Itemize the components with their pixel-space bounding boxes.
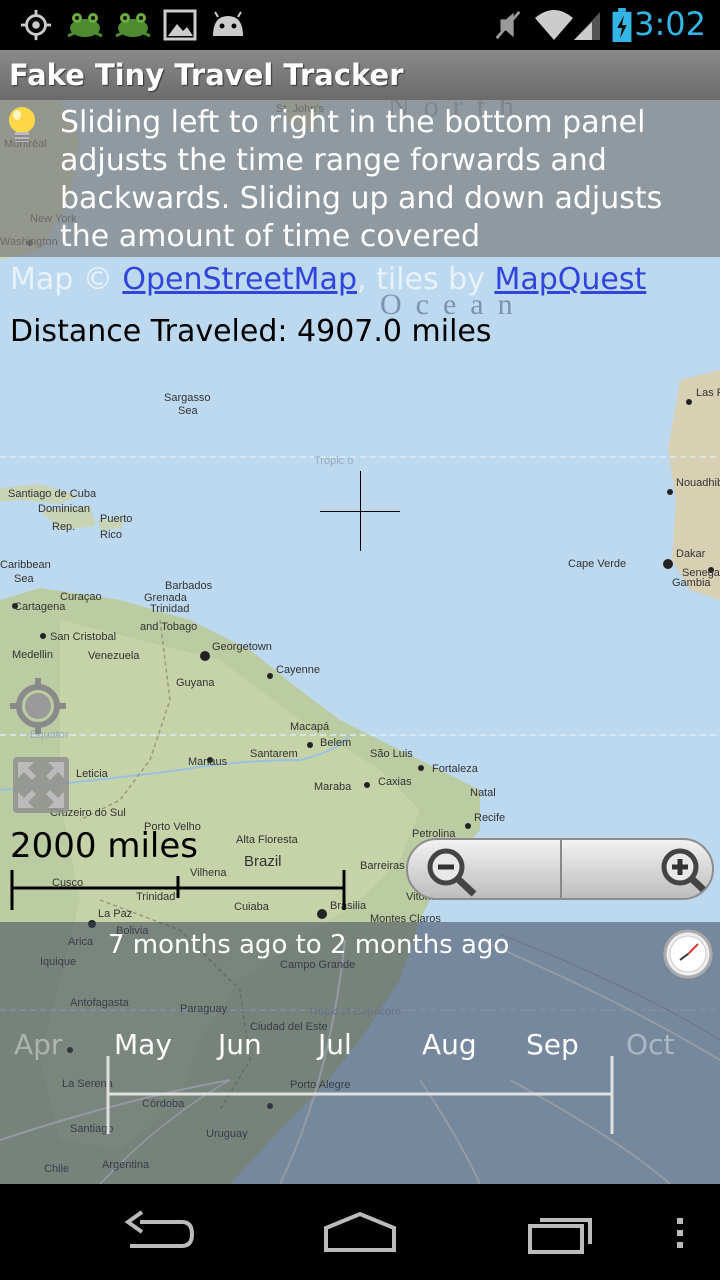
svg-text:Recife: Recife bbox=[474, 812, 505, 824]
svg-text:Barbados: Barbados bbox=[165, 580, 213, 592]
svg-text:Curaçao: Curaçao bbox=[60, 591, 102, 603]
zoom-out-button[interactable] bbox=[408, 840, 560, 898]
distance-traveled: Distance Traveled: 4907.0 miles bbox=[10, 314, 492, 349]
crosshair-vertical bbox=[360, 471, 361, 551]
svg-text:São Luis: São Luis bbox=[370, 748, 413, 760]
wifi-icon bbox=[535, 10, 573, 40]
svg-text:Cartagena: Cartagena bbox=[14, 601, 66, 613]
svg-text:and Tobago: and Tobago bbox=[140, 621, 197, 633]
svg-text:Medellin: Medellin bbox=[12, 649, 53, 661]
svg-text:Dakar: Dakar bbox=[676, 548, 706, 560]
recent-apps-icon[interactable] bbox=[524, 1208, 600, 1256]
title-bar: Fake Tiny Travel Tracker bbox=[0, 50, 720, 100]
time-range-selector[interactable] bbox=[106, 1054, 616, 1136]
lightbulb-icon bbox=[9, 107, 35, 142]
svg-text:Gambia: Gambia bbox=[672, 577, 711, 589]
zoom-controls bbox=[406, 838, 714, 900]
android-icon bbox=[213, 11, 243, 36]
clock-time: 3:02 bbox=[634, 5, 706, 43]
time-range-text: 7 months ago to 2 months ago bbox=[108, 930, 510, 960]
svg-text:Venezuela: Venezuela bbox=[88, 650, 140, 662]
timeline-panel[interactable] bbox=[0, 922, 720, 1184]
svg-text:San Cristobal: San Cristobal bbox=[50, 631, 116, 643]
svg-text:Santiago de Cuba: Santiago de Cuba bbox=[8, 488, 97, 500]
mute-icon bbox=[495, 10, 521, 40]
battery-charging-icon bbox=[612, 8, 632, 42]
svg-text:Rico: Rico bbox=[100, 529, 122, 541]
clock-icon[interactable] bbox=[662, 928, 714, 980]
zoom-in-button[interactable] bbox=[562, 840, 712, 898]
svg-text:Fortaleza: Fortaleza bbox=[432, 763, 479, 775]
scale-bar bbox=[10, 870, 346, 910]
svg-text:Caribbean: Caribbean bbox=[0, 559, 51, 571]
month-label: Apr bbox=[14, 1028, 63, 1061]
svg-text:Rep.: Rep. bbox=[52, 521, 75, 533]
fullscreen-icon[interactable] bbox=[12, 756, 70, 814]
back-icon[interactable] bbox=[120, 1208, 198, 1256]
svg-text:Dominican: Dominican bbox=[38, 503, 90, 515]
month-label: Oct bbox=[626, 1028, 675, 1061]
svg-text:Sargasso: Sargasso bbox=[164, 392, 210, 404]
attribution-prefix: Map © bbox=[10, 262, 123, 297]
hint-panel: Sliding left to right in the bottom pane… bbox=[0, 100, 720, 257]
app-title: Fake Tiny Travel Tracker bbox=[9, 58, 404, 92]
attribution-middle: , tiles by bbox=[357, 262, 495, 297]
menu-icon[interactable] bbox=[672, 1208, 688, 1256]
svg-text:Cape Verde: Cape Verde bbox=[568, 558, 626, 570]
svg-text:Alta Floresta: Alta Floresta bbox=[236, 834, 299, 846]
svg-text:Nouadhibou: Nouadhibou bbox=[676, 477, 720, 489]
svg-text:Georgetown: Georgetown bbox=[212, 641, 272, 653]
svg-text:Puerto: Puerto bbox=[100, 513, 132, 525]
mapquest-link[interactable]: MapQuest bbox=[494, 262, 646, 297]
svg-text:Tropic o: Tropic o bbox=[314, 455, 353, 467]
signal-icon bbox=[574, 12, 600, 40]
status-bar: 3:02 bbox=[0, 0, 720, 50]
zoom-in-icon bbox=[661, 848, 711, 897]
navigation-bar bbox=[0, 1184, 720, 1280]
svg-text:Guyana: Guyana bbox=[176, 677, 215, 689]
picture-icon bbox=[163, 9, 197, 41]
svg-text:Manaus: Manaus bbox=[188, 756, 228, 768]
hint-text: Sliding left to right in the bottom pane… bbox=[60, 105, 663, 254]
svg-text:Cayenne: Cayenne bbox=[276, 664, 320, 676]
osm-link[interactable]: OpenStreetMap bbox=[122, 262, 357, 297]
zoom-out-icon bbox=[427, 848, 477, 897]
map-attribution: Map © OpenStreetMap, tiles by MapQuest bbox=[10, 262, 646, 297]
svg-text:Leticia: Leticia bbox=[76, 768, 109, 780]
my-location-icon[interactable] bbox=[8, 676, 68, 736]
svg-text:Macapá: Macapá bbox=[290, 721, 330, 733]
home-icon[interactable] bbox=[320, 1208, 400, 1256]
svg-text:Natal: Natal bbox=[470, 787, 496, 799]
svg-text:Barreiras: Barreiras bbox=[360, 860, 405, 872]
frog-icon bbox=[115, 13, 151, 38]
frog-icon bbox=[67, 13, 103, 38]
svg-text:Maraba: Maraba bbox=[314, 781, 352, 793]
svg-text:Sea: Sea bbox=[14, 573, 34, 585]
svg-text:Caxias: Caxias bbox=[378, 776, 412, 788]
gps-icon bbox=[20, 9, 52, 41]
svg-text:Sea: Sea bbox=[178, 405, 198, 417]
svg-text:Santarem: Santarem bbox=[250, 748, 298, 760]
svg-text:Belem: Belem bbox=[320, 737, 351, 749]
scale-label: 2000 miles bbox=[10, 826, 198, 866]
svg-text:Trinidad: Trinidad bbox=[150, 603, 189, 615]
svg-text:Las P: Las P bbox=[696, 387, 720, 399]
